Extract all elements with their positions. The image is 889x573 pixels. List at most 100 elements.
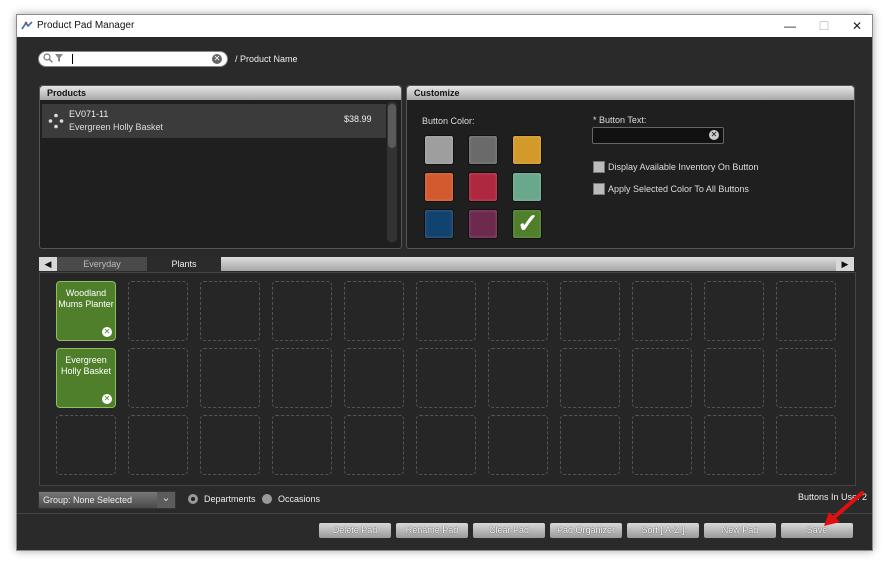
tab-everyday[interactable]: Everyday bbox=[57, 257, 147, 271]
search-input[interactable] bbox=[75, 53, 205, 65]
group-dropdown[interactable]: Group: None Selected ⌄ bbox=[38, 491, 176, 509]
customize-panel: Customize Button Color: ✓ * Button Text:… bbox=[406, 85, 855, 249]
pad-slot[interactable] bbox=[632, 281, 692, 341]
search-icon bbox=[43, 53, 53, 63]
pad-slot[interactable] bbox=[200, 348, 260, 408]
product-code: EV071-11 bbox=[69, 109, 109, 119]
color-swatch-crimson[interactable] bbox=[468, 172, 498, 202]
close-button[interactable]: ✕ bbox=[847, 19, 867, 33]
pad-slot[interactable] bbox=[416, 281, 476, 341]
radio-occasions-label: Occasions bbox=[278, 494, 321, 504]
color-swatch-orange[interactable] bbox=[512, 135, 542, 165]
pad-slot[interactable] bbox=[560, 348, 620, 408]
pad-button-label: Woodland Mums Planter bbox=[58, 288, 114, 309]
tab-plants[interactable]: Plants bbox=[147, 257, 221, 271]
button-text-label: * Button Text: bbox=[593, 115, 647, 125]
customize-header: Customize bbox=[407, 86, 854, 100]
pad-slot[interactable] bbox=[128, 281, 188, 341]
product-price: $38.99 bbox=[344, 114, 372, 124]
pad-slot[interactable] bbox=[200, 415, 260, 475]
selected-check-icon: ✓ bbox=[517, 208, 539, 238]
pad-slot[interactable] bbox=[488, 348, 548, 408]
pad-slot[interactable] bbox=[128, 348, 188, 408]
minimize-button[interactable]: — bbox=[780, 19, 800, 33]
pad-tab-bar: ◀ Everyday Plants ▶ bbox=[39, 257, 854, 271]
pad-button-woodland-mums-planter[interactable]: Woodland Mums Planter ✕ bbox=[56, 281, 116, 341]
tab-scroll-right-icon[interactable]: ▶ bbox=[836, 257, 854, 271]
product-name: Evergreen Holly Basket bbox=[69, 122, 164, 132]
pad-grid: Woodland Mums Planter ✕ Evergreen Holly … bbox=[39, 272, 856, 486]
rename-pad-button[interactable]: Rename Pad bbox=[396, 523, 468, 538]
display-inventory-checkbox[interactable] bbox=[593, 161, 605, 173]
product-row[interactable]: EV071-11 Evergreen Holly Basket $38.99 bbox=[42, 104, 386, 138]
button-text-clear-icon[interactable]: ✕ bbox=[709, 130, 719, 140]
chevron-down-icon[interactable]: ⌄ bbox=[157, 492, 175, 508]
pad-slot[interactable] bbox=[272, 348, 332, 408]
sort-az-button[interactable]: Sort [ A-Z ] bbox=[627, 523, 699, 538]
pad-slot[interactable] bbox=[776, 415, 836, 475]
pad-organizer-button[interactable]: Pad Organizer bbox=[550, 523, 622, 538]
radio-occasions[interactable] bbox=[262, 494, 272, 504]
group-dropdown-value: Group: None Selected bbox=[43, 495, 133, 505]
pad-button-label: Evergreen Holly Basket bbox=[60, 355, 112, 376]
footer-divider bbox=[17, 513, 872, 514]
pad-slot[interactable] bbox=[416, 415, 476, 475]
breadcrumb: / Product Name bbox=[235, 54, 298, 64]
color-swatch-dark-gray[interactable] bbox=[468, 135, 498, 165]
pad-slot[interactable] bbox=[344, 348, 404, 408]
color-swatch-navy[interactable] bbox=[424, 209, 454, 239]
app-icon bbox=[21, 21, 33, 30]
tab-scroll-left-icon[interactable]: ◀ bbox=[39, 257, 57, 271]
button-text-field[interactable]: ✕ bbox=[592, 127, 724, 144]
color-swatch-gray[interactable] bbox=[424, 135, 454, 165]
clear-pad-button[interactable]: Clear Pad bbox=[473, 523, 545, 538]
color-swatch-green[interactable]: ✓ bbox=[512, 208, 542, 239]
apply-color-all-label: Apply Selected Color To All Buttons bbox=[608, 184, 749, 194]
annotation-arrow-icon bbox=[824, 491, 864, 526]
products-scrollbar[interactable] bbox=[387, 102, 397, 242]
pad-slot[interactable] bbox=[344, 281, 404, 341]
pad-slot[interactable] bbox=[272, 415, 332, 475]
pad-slot[interactable] bbox=[776, 281, 836, 341]
pad-slot[interactable] bbox=[632, 415, 692, 475]
display-inventory-label: Display Available Inventory On Button bbox=[608, 162, 759, 172]
pad-slot[interactable] bbox=[488, 281, 548, 341]
title-bar: Product Pad Manager — ☐ ✕ bbox=[17, 15, 872, 37]
text-caret bbox=[72, 54, 73, 64]
filter-icon[interactable] bbox=[55, 53, 63, 63]
new-pad-button[interactable]: New Pad bbox=[704, 523, 776, 538]
products-header: Products bbox=[40, 86, 401, 100]
search-clear-icon[interactable]: ✕ bbox=[212, 54, 222, 64]
pad-slot[interactable] bbox=[200, 281, 260, 341]
radio-departments[interactable] bbox=[188, 494, 198, 504]
products-scroll-thumb[interactable] bbox=[388, 104, 396, 148]
pad-slot[interactable] bbox=[560, 281, 620, 341]
pad-slot[interactable] bbox=[56, 415, 116, 475]
pad-slot[interactable] bbox=[344, 415, 404, 475]
maximize-button[interactable]: ☐ bbox=[814, 19, 834, 33]
app-window: Product Pad Manager — ☐ ✕ ✕ / Product Na… bbox=[16, 14, 873, 551]
pad-slot[interactable] bbox=[704, 415, 764, 475]
delete-pad-button[interactable]: Delete Pad bbox=[319, 523, 391, 538]
color-swatch-plum[interactable] bbox=[468, 209, 498, 239]
color-swatch-red-orange[interactable] bbox=[424, 172, 454, 202]
pad-slot[interactable] bbox=[776, 348, 836, 408]
button-color-label: Button Color: bbox=[422, 116, 475, 126]
pad-slot[interactable] bbox=[632, 348, 692, 408]
pad-slot[interactable] bbox=[560, 415, 620, 475]
pad-button-evergreen-holly-basket[interactable]: Evergreen Holly Basket ✕ bbox=[56, 348, 116, 408]
radio-departments-label: Departments bbox=[204, 494, 256, 504]
pad-slot[interactable] bbox=[488, 415, 548, 475]
remove-pad-button-icon[interactable]: ✕ bbox=[102, 327, 112, 337]
color-swatch-sage[interactable] bbox=[512, 172, 542, 202]
pad-slot[interactable] bbox=[128, 415, 188, 475]
products-panel: Products EV071-11 Evergreen Holly Basket… bbox=[39, 85, 402, 249]
search-box[interactable]: ✕ bbox=[38, 51, 228, 67]
apply-color-all-checkbox[interactable] bbox=[593, 183, 605, 195]
remove-pad-button-icon[interactable]: ✕ bbox=[102, 394, 112, 404]
pad-slot[interactable] bbox=[272, 281, 332, 341]
pad-slot[interactable] bbox=[704, 281, 764, 341]
pad-slot[interactable] bbox=[704, 348, 764, 408]
pad-slot[interactable] bbox=[416, 348, 476, 408]
drag-handle-icon[interactable] bbox=[48, 113, 64, 129]
